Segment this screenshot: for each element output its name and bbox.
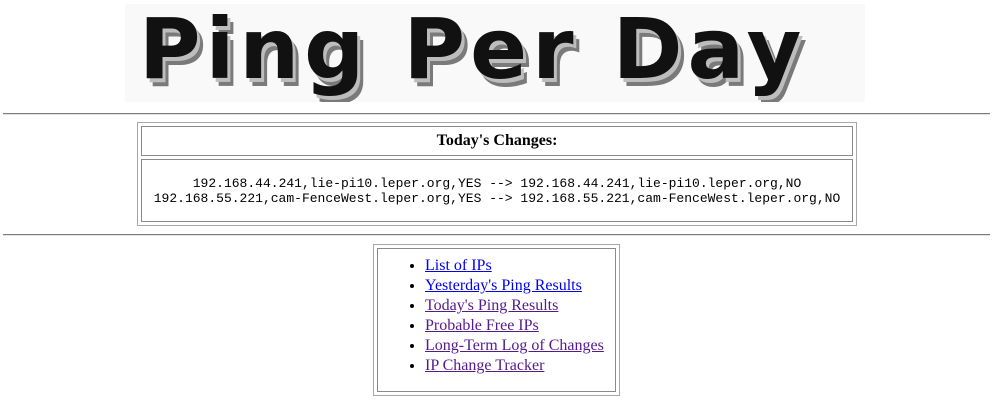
navigation-table: List of IPs Yesterday's Ping Results Tod…	[373, 244, 620, 396]
nav-item-ip-change-tracker: IP Change Tracker	[425, 356, 615, 376]
ping-per-day-banner: Ping Per Day Ping Per Day Ping Per Day	[125, 4, 865, 102]
probable-free-ips-link[interactable]: Probable Free IPs	[425, 317, 539, 334]
nav-item-long-term-log: Long-Term Log of Changes	[425, 336, 615, 356]
banner-graphic: Ping Per Day Ping Per Day Ping Per Day	[139, 4, 807, 102]
yesterdays-ping-results-link[interactable]: Yesterday's Ping Results	[425, 277, 582, 294]
todays-ping-results-link[interactable]: Today's Ping Results	[425, 297, 558, 314]
long-term-log-link[interactable]: Long-Term Log of Changes	[425, 337, 604, 354]
ip-change-tracker-link[interactable]: IP Change Tracker	[425, 357, 544, 374]
banner-title: Ping Per Day	[139, 4, 806, 98]
navigation-list: List of IPs Yesterday's Ping Results Tod…	[378, 249, 615, 376]
nav-item-probable-free-ips: Probable Free IPs	[425, 316, 615, 336]
list-of-ips-link[interactable]: List of IPs	[425, 257, 492, 274]
todays-changes-table: Today's Changes: 192.168.44.241,lie-pi10…	[137, 122, 857, 226]
nav-item-list-of-ips: List of IPs	[425, 256, 615, 276]
change-line: 192.168.55.221,cam-FenceWest.leper.org,Y…	[153, 191, 841, 206]
middle-divider	[3, 234, 990, 236]
nav-item-yesterdays-ping-results: Yesterday's Ping Results	[425, 276, 615, 296]
todays-changes-heading: Today's Changes:	[141, 126, 853, 156]
top-divider	[3, 113, 990, 115]
navigation-cell: List of IPs Yesterday's Ping Results Tod…	[377, 248, 616, 392]
change-line: 192.168.44.241,lie-pi10.leper.org,YES --…	[192, 176, 802, 191]
nav-item-todays-ping-results: Today's Ping Results	[425, 296, 615, 316]
todays-changes-body: 192.168.44.241,lie-pi10.leper.org,YES --…	[141, 159, 853, 222]
